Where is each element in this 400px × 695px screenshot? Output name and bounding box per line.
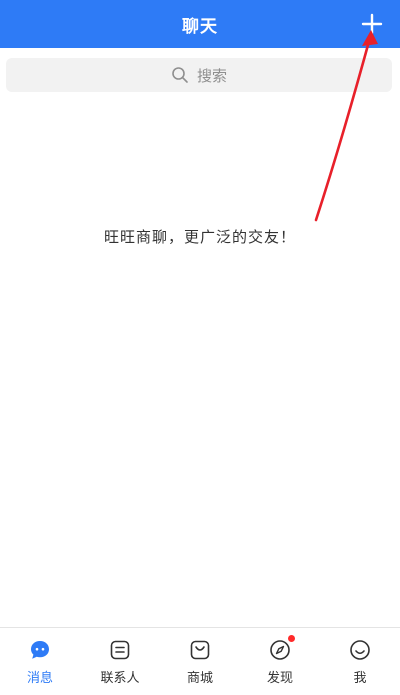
nav-item-shop[interactable]: 商城: [160, 628, 240, 695]
chat-screen: 聊天 搜索 旺旺商聊，更广泛的交友！ 消息 联系人 商城 发现 我: [0, 0, 400, 695]
shop-bag-icon: [188, 638, 212, 662]
top-bar: 聊天: [0, 0, 400, 48]
search-placeholder: 搜索: [196, 66, 227, 85]
nav-label-discover: 发现: [266, 671, 293, 686]
nav-item-messages[interactable]: 消息: [0, 628, 80, 695]
search-input[interactable]: 搜索: [6, 58, 392, 92]
nav-label-shop: 商城: [186, 671, 213, 686]
compass-icon: [268, 634, 296, 662]
nav-label-me: 我: [353, 671, 367, 686]
annotation-arrow: [314, 30, 378, 222]
notification-dot: [287, 634, 296, 643]
search-section: 搜索: [0, 48, 400, 100]
nav-item-contacts[interactable]: 联系人: [80, 628, 160, 695]
nav-item-me[interactable]: 我: [320, 628, 400, 695]
contacts-icon: [108, 638, 132, 662]
search-icon: [171, 66, 189, 84]
nav-label-messages: 消息: [26, 671, 53, 686]
add-button[interactable]: [358, 10, 386, 38]
nav-label-contacts: 联系人: [100, 671, 140, 686]
empty-state-message: 旺旺商聊，更广泛的交友！: [103, 228, 296, 246]
smiley-icon: [348, 638, 372, 662]
chat-bubble-icon: [28, 638, 52, 662]
bottom-nav: 消息 联系人 商城 发现 我: [0, 627, 400, 695]
nav-item-discover[interactable]: 发现: [240, 628, 320, 695]
plus-icon: [361, 13, 383, 35]
page-title: 聊天: [182, 16, 218, 37]
